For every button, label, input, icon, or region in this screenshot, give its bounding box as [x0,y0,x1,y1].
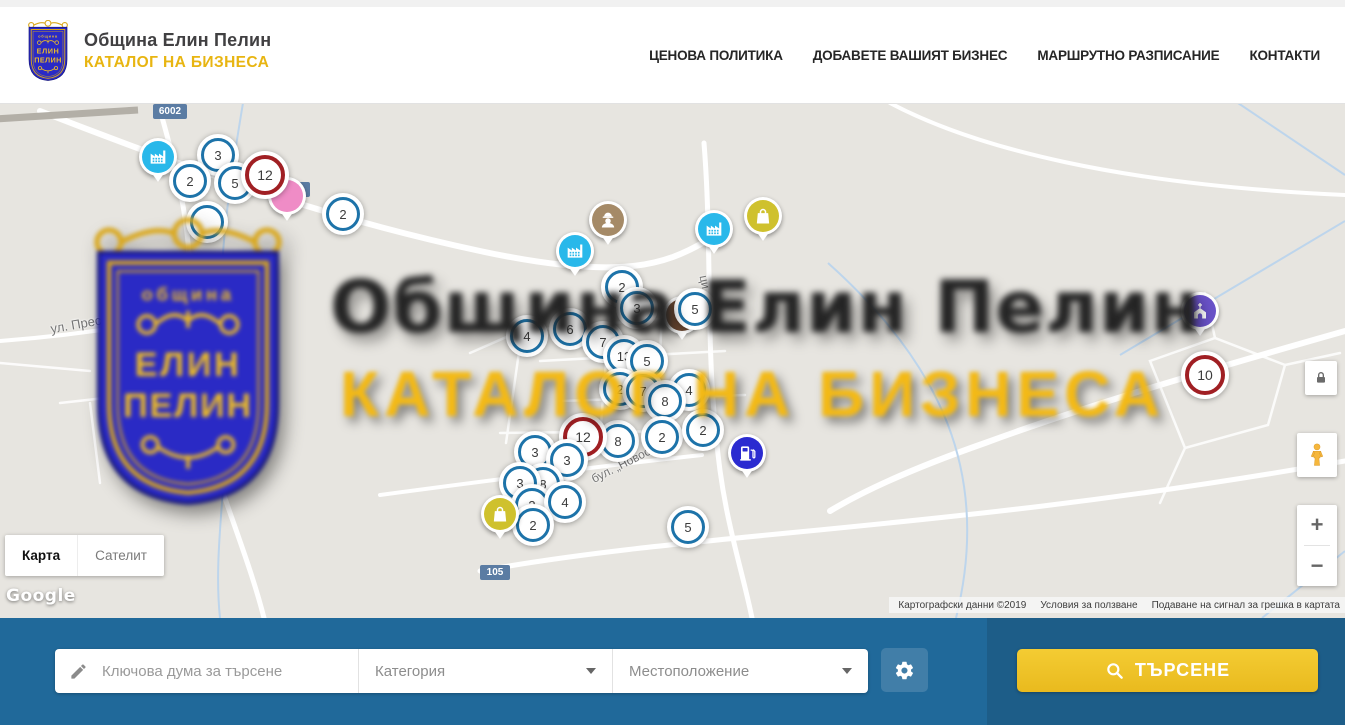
header-top-strip [0,0,1345,7]
keyword-segment [55,649,358,693]
search-button[interactable]: ТЪРСЕНЕ [1017,649,1318,692]
google-logo[interactable]: Google [6,586,76,606]
map-type-map-button[interactable]: Карта [5,535,77,576]
nav-item-1[interactable]: ДОБАВЕТЕ ВАШИЯТ БИЗНЕС [813,48,1008,63]
attribution-report-link[interactable]: Подаване на сигнал за грешка в картата [1152,600,1340,611]
category-dropdown-label: Категория [375,663,445,680]
nav-item-2[interactable]: МАРШРУТНО РАЗПИСАНИЕ [1037,48,1219,63]
search-button-label: ТЪРСЕНЕ [1135,660,1230,681]
zoom-out-button[interactable]: − [1297,546,1337,586]
zoom-control: + − [1297,505,1337,586]
map-pin-fuel[interactable] [728,434,766,472]
municipality-crest-icon: община ЕЛИН ПЕЛИН [25,20,71,82]
map-lock-button[interactable] [1305,361,1337,395]
map-type-control: Карта Сателит [5,535,164,576]
search-fields: Категория Местоположение [55,649,868,693]
category-dropdown[interactable]: Категория [358,649,612,693]
zoom-in-button[interactable]: + [1297,505,1337,545]
nav-item-0[interactable]: ЦЕНОВА ПОЛИТИКА [649,48,783,63]
lock-icon [1313,370,1329,386]
svg-text:ПЕЛИН: ПЕЛИН [34,55,62,64]
search-bar: Категория Местоположение ТЪРСЕНЕ [0,618,1345,725]
nav-item-3[interactable]: КОНТАКТИ [1249,48,1320,63]
location-dropdown-label: Местоположение [629,663,749,680]
site-title: Община Елин Пелин [84,30,271,51]
chevron-down-icon [586,668,596,674]
pencil-icon [69,662,88,681]
map-type-satellite-button[interactable]: Сателит [77,535,164,576]
svg-text:община: община [38,34,58,39]
map-pin-bag[interactable] [481,495,519,533]
location-dropdown[interactable]: Местоположение [612,649,868,693]
gear-icon [894,660,915,681]
svg-text:ЕЛИН: ЕЛИН [37,47,60,56]
map-canvas[interactable]: 6002105 ул. Преславбул. „Новоселци 32512… [0,103,1345,618]
advanced-settings-button[interactable] [881,648,928,692]
keyword-search-input[interactable] [100,648,358,694]
front-markers-layer [0,103,1345,618]
pegman-icon [1304,440,1330,470]
attribution-copyright: Картографски данни ©2019 [898,600,1026,611]
site-logo[interactable]: община ЕЛИН ПЕЛИН Община Елин Пелин КАТА… [25,20,271,82]
search-icon [1105,661,1125,681]
attribution-terms-link[interactable]: Условия за ползване [1040,600,1137,611]
map-attribution: Картографски данни ©2019 Условия за полз… [889,597,1345,613]
chevron-down-icon [842,668,852,674]
street-view-pegman-button[interactable] [1297,433,1337,477]
site-subtitle: КАТАЛОГ НА БИЗНЕСА [84,54,271,72]
site-header: община ЕЛИН ПЕЛИН Община Елин Пелин КАТА… [0,0,1345,104]
main-nav: ЦЕНОВА ПОЛИТИКА ДОБАВЕТЕ ВАШИЯТ БИЗНЕС МАР… [649,7,1320,103]
